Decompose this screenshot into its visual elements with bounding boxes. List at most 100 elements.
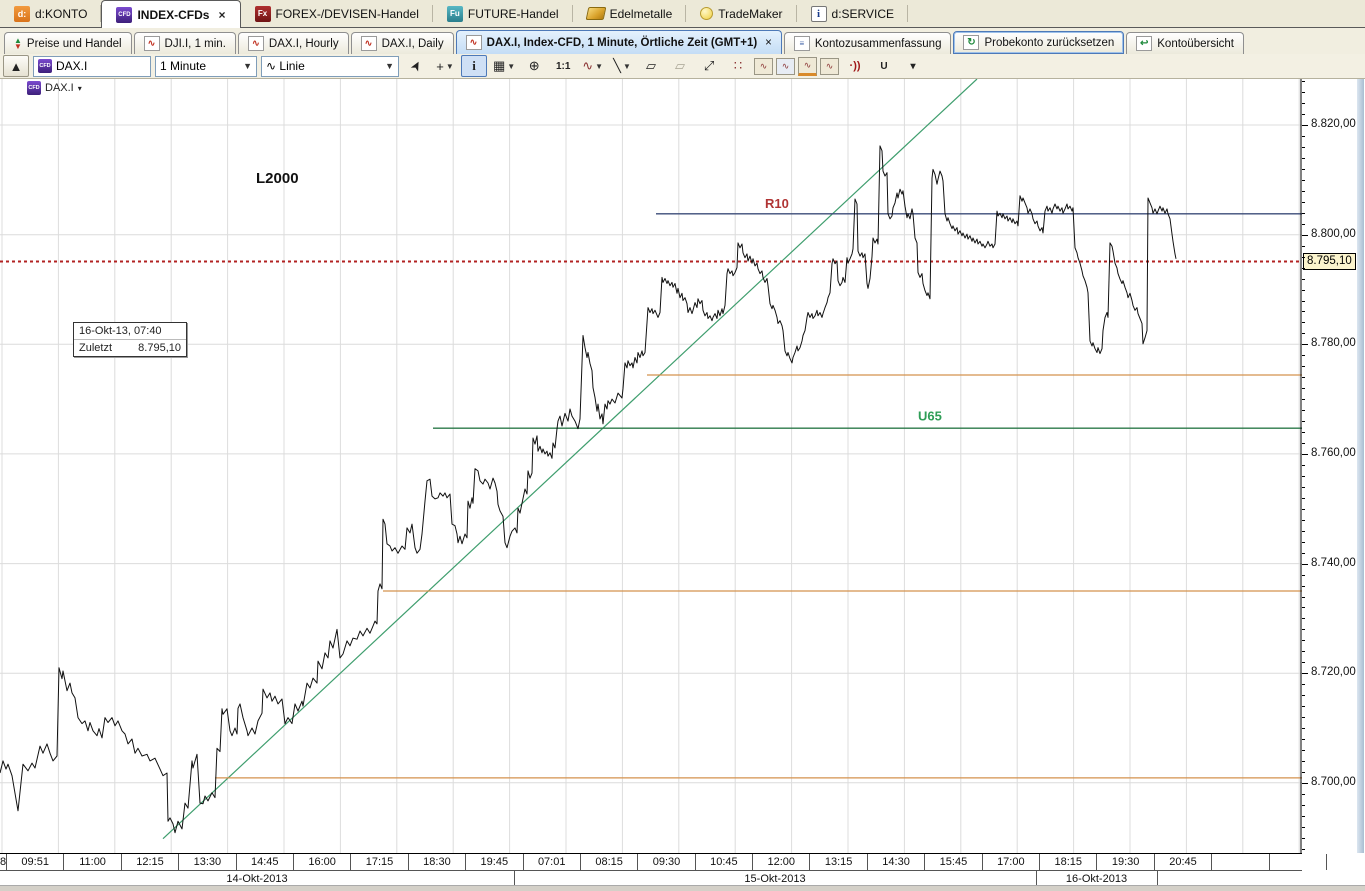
minor-tick <box>1302 377 1305 378</box>
chevron-down-icon: ▼ <box>507 62 515 71</box>
minor-tick <box>1302 410 1305 411</box>
time-cell: 09:30 <box>638 854 695 870</box>
fx-icon: Fx <box>255 6 271 22</box>
price-line[interactable] <box>0 146 1176 833</box>
copy-to-clipboard-button[interactable]: ∿ <box>754 58 773 75</box>
minor-tick <box>1302 607 1305 608</box>
chart-window-button[interactable]: ∿ <box>820 58 839 75</box>
magnet-button[interactable]: U <box>871 55 897 77</box>
sub-tab-dax-i-index-cfd-1-minute-rtliche-zeit-gmt-1[interactable]: ∿DAX.I, Index-CFD, 1 Minute, Örtliche Ze… <box>456 30 782 54</box>
main-tab-d-service[interactable]: id:SERVICE <box>797 0 908 27</box>
price-chart[interactable]: L2000 R10 U65 <box>0 79 1302 853</box>
time-cell <box>1270 854 1327 870</box>
interval-select[interactable]: 1 Minute ▼ <box>155 56 257 77</box>
minor-tick <box>1302 849 1305 850</box>
indicator-button[interactable]: ∿▼ <box>579 55 606 77</box>
minor-tick <box>1302 684 1305 685</box>
trendline[interactable] <box>163 79 977 839</box>
sub-tab-label: Kontoübersicht <box>1157 38 1234 50</box>
time-axis[interactable]: 809:5111:0012:1513:3014:4516:0017:1518:3… <box>0 853 1302 887</box>
draw-line-button[interactable]: ╲▼ <box>609 55 635 77</box>
minor-tick <box>1302 651 1305 652</box>
one-to-one-button[interactable]: 1:1 <box>550 55 576 77</box>
date-label: 15-Okt-2013 <box>514 871 1036 886</box>
main-tab-index-cfds[interactable]: CFDINDEX-CFDs× <box>101 0 240 28</box>
close-icon[interactable]: × <box>765 37 772 49</box>
minor-tick <box>1302 301 1305 302</box>
vertical-scrollbar[interactable] <box>1357 79 1364 853</box>
eraser-button[interactable]: ▱ <box>638 55 664 77</box>
sub-tab-konto-bersicht[interactable]: ↩ Kontoübersicht <box>1126 32 1244 54</box>
chart-type-select[interactable]: ∿ Linie ▼ <box>261 56 399 77</box>
main-tab-bar: d:d:KONTOCFDINDEX-CFDs× Fx FOREX-/DEVISEN-… <box>0 0 1365 28</box>
close-icon[interactable]: × <box>218 8 225 22</box>
price-axis[interactable]: 8.795,10 8.820,008.800,008.780,008.760,0… <box>1302 79 1365 853</box>
alerts-button[interactable]: ·)) <box>842 55 868 77</box>
price-axis-label: 8.740,00 <box>1311 557 1356 569</box>
sub-tab-dji-i-1-min[interactable]: ∿DJI.I, 1 min. <box>134 32 236 54</box>
sub-tab-dax-i-hourly[interactable]: ∿DAX.I, Hourly <box>238 32 349 54</box>
down-arrow-icon: ▼ <box>14 44 22 50</box>
crosshair-add-button[interactable]: +▼ <box>432 55 458 77</box>
time-cell: 07:01 <box>524 854 581 870</box>
minor-tick <box>1302 355 1305 356</box>
annotation-r10[interactable]: R10 <box>765 196 789 211</box>
reset-icon: ↻ <box>963 35 979 50</box>
date-label <box>1157 871 1302 886</box>
chart-legend[interactable]: CFD DAX.I ▾ <box>27 81 82 95</box>
chart-area: L2000R10U65 CFD DAX.I ▾ 16-Okt-13, 07:40… <box>0 79 1365 890</box>
copy-chart-image-button[interactable]: ∿ <box>776 58 795 75</box>
toolbar-overflow-button[interactable]: ▾ <box>900 55 926 77</box>
save-chart-icon: ∿ <box>804 60 812 71</box>
zoom-button[interactable]: ⊕ <box>521 55 547 77</box>
minor-tick <box>1302 498 1305 499</box>
major-tick <box>1302 235 1308 236</box>
grid-style-button[interactable]: ▦▼ <box>490 55 518 77</box>
sub-tab-kontozusammenfassung[interactable]: ≡Kontozusammenfassung <box>784 32 952 54</box>
main-tab-future-handel[interactable]: FuFUTURE-Handel <box>433 0 573 27</box>
sub-tab-label: Preise und Handel <box>27 38 122 50</box>
minor-tick <box>1302 739 1305 740</box>
collapse-toolbar-button[interactable]: ▲ <box>3 55 29 77</box>
main-tab-forex-devisen-handel[interactable]: Fx FOREX-/DEVISEN-Handel <box>241 0 433 27</box>
date-label: 14-Okt-2013 <box>0 871 514 886</box>
price-axis-label: 8.780,00 <box>1311 337 1356 349</box>
save-chart-button[interactable]: ∿ <box>798 57 817 76</box>
main-tab-trademaker[interactable]: TradeMaker <box>686 0 796 27</box>
draw-line-icon: ╲ <box>613 58 621 74</box>
chevron-down-icon: ▼ <box>385 61 394 71</box>
minor-tick <box>1302 92 1305 93</box>
minor-tick <box>1302 553 1305 554</box>
scale-to-fit-button[interactable]: ⤢ <box>696 55 722 77</box>
sub-tab-preise-und-handel[interactable]: ▲▼Preise und Handel <box>4 32 132 54</box>
chevron-down-icon: ▼ <box>446 62 454 71</box>
sub-tab-probekonto-zur-cksetzen[interactable]: ↻Probekonto zurücksetzen <box>953 31 1124 54</box>
annotation-l2000[interactable]: L2000 <box>256 170 299 187</box>
pointer-tool-button[interactable]: ➤ <box>403 55 429 77</box>
indicator-icon: ∿ <box>582 58 593 74</box>
main-tab-label: FOREX-/DEVISEN-Handel <box>276 7 419 21</box>
gold-bar-icon <box>585 7 606 20</box>
cfd-icon: CFD <box>27 81 41 95</box>
minor-tick <box>1302 520 1305 521</box>
copy-chart-image-icon: ∿ <box>782 61 790 72</box>
chart-type-value: Linie <box>279 59 304 73</box>
minor-tick <box>1302 629 1305 630</box>
pattern-markers-button[interactable]: ∷ <box>725 55 751 77</box>
main-tab-edelmetalle[interactable]: Edelmetalle <box>573 0 687 27</box>
minor-tick <box>1302 794 1305 795</box>
sub-tab-dax-i-daily[interactable]: ∿DAX.I, Daily <box>351 32 454 54</box>
time-cell: 17:00 <box>983 854 1040 870</box>
main-tab-d-konto[interactable]: d:d:KONTO <box>0 0 101 27</box>
eraser-all-button[interactable]: ▱ <box>667 55 693 77</box>
symbol-field[interactable]: CFD DAX.I <box>33 56 151 77</box>
minor-tick <box>1302 487 1305 488</box>
pointer-tool-icon: ➤ <box>406 57 425 74</box>
main-tab-label: d:SERVICE <box>832 7 894 21</box>
grid-style-icon: ▦ <box>493 58 505 74</box>
account-sheet-icon: ↩ <box>1136 36 1152 51</box>
annotation-u65[interactable]: U65 <box>918 409 942 424</box>
info-mode-button[interactable]: i <box>461 55 487 77</box>
minor-tick <box>1302 268 1305 269</box>
minor-tick <box>1302 322 1305 323</box>
